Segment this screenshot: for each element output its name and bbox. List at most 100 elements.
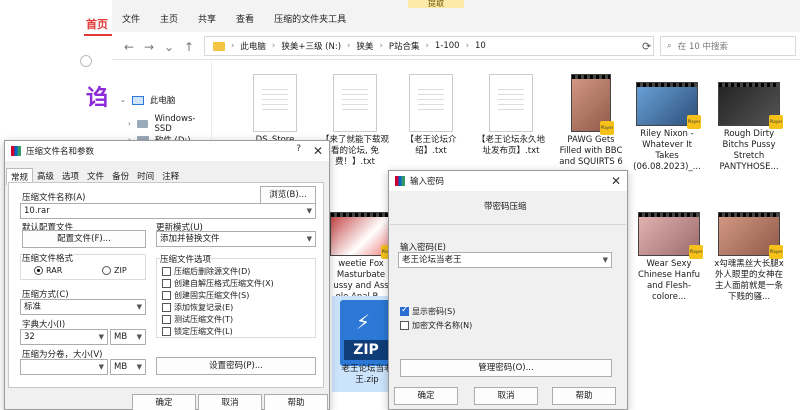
zip-bolt-icon: ⚡: [356, 310, 371, 334]
option-create-sfx[interactable]: 创建自解压格式压缩文件(X): [162, 278, 274, 289]
video-thumbnail: Player: [718, 212, 783, 259]
file-item[interactable]: Player x勾魂黑丝大长腿x外人眼里的女神在主人面前就是一条下贱的骚...: [714, 204, 784, 303]
winrar-icon: [395, 176, 405, 186]
chevron-down-icon: ▼: [306, 207, 312, 215]
password-ok-button[interactable]: 确定: [394, 387, 458, 405]
browser-home-tab[interactable]: 首页: [86, 16, 108, 32]
file-item[interactable]: Player weetie Fox Masturbate ussy and As…: [326, 204, 396, 303]
cancel-button[interactable]: 取消: [198, 394, 262, 410]
help-icon[interactable]: ?: [296, 144, 301, 154]
nav-item-windows-ssd[interactable]: › Windows-SSD: [128, 114, 211, 134]
up-icon[interactable]: ↑: [184, 40, 194, 54]
text-file-icon: [333, 74, 377, 132]
text-file-icon: [253, 74, 297, 132]
file-item[interactable]: 【来了就能下载观看的论坛, 免费！】.txt: [320, 74, 390, 168]
chevron-down-icon: ▼: [602, 256, 608, 264]
address-bar[interactable]: › 此电脑 › 狭美+三级 (N:) › 狭美 › P站合集 › 1-100 ›…: [204, 36, 654, 56]
dialog-title: 输入密码: [410, 177, 445, 187]
password-cancel-button[interactable]: 取消: [474, 387, 538, 405]
split-unit-select[interactable]: MB ▼: [110, 359, 146, 375]
search-icon: ⌕: [667, 41, 672, 51]
options-label: 压缩文件选项: [160, 253, 212, 265]
player-badge-icon: Player: [687, 115, 701, 129]
ribbon-tab-file[interactable]: 文件: [122, 12, 140, 25]
file-item[interactable]: 【老王论坛永久地址发布页】.txt: [476, 74, 546, 157]
breadcrumb-folder-4[interactable]: 10: [475, 41, 486, 51]
video-thumbnail: Player: [330, 212, 395, 259]
ok-button[interactable]: 确定: [132, 394, 196, 410]
refresh-icon[interactable]: ⟳: [642, 40, 651, 53]
browse-button[interactable]: 浏览(B)...: [260, 186, 316, 204]
close-icon[interactable]: ✕: [313, 144, 323, 158]
help-button[interactable]: 帮助: [264, 394, 328, 410]
folder-icon: [213, 41, 225, 51]
encrypt-names-checkbox[interactable]: 加密文件名称(N): [400, 320, 472, 331]
player-badge-icon: Player: [689, 245, 703, 259]
forward-icon[interactable]: →: [144, 40, 154, 54]
format-zip-radio[interactable]: ZIP: [102, 266, 127, 275]
dialog-title: 压缩文件名和参数: [26, 147, 95, 157]
chevron-down-icon[interactable]: ⌄: [164, 40, 174, 54]
option-lock[interactable]: 锁定压缩文件(L): [162, 326, 233, 337]
dialog-titlebar: 压缩文件名和参数: [5, 141, 329, 161]
player-badge-icon: Player: [769, 245, 783, 259]
back-icon[interactable]: ←: [124, 40, 134, 54]
profiles-button[interactable]: 配置文件(F)...: [22, 230, 146, 248]
winrar-icon: [11, 146, 21, 156]
file-item[interactable]: DS_Store: [240, 74, 310, 146]
video-thumbnail: Player: [571, 74, 614, 135]
option-test[interactable]: 测试压缩文件(T): [162, 314, 233, 325]
breadcrumb-folder-1[interactable]: 狭美: [356, 40, 373, 52]
chevron-down-icon: ▼: [136, 333, 142, 341]
chevron-down-icon: ▼: [98, 333, 104, 341]
file-item[interactable]: Player Wear Sexy Chinese Hanfu and Flesh…: [634, 204, 704, 303]
archive-name-label: 压缩文件名称(A): [22, 193, 86, 203]
password-input[interactable]: 老王论坛当老王 ▼: [398, 252, 612, 268]
ribbon-tab-compressed-tools[interactable]: 压缩的文件夹工具: [274, 12, 346, 25]
computer-icon: [131, 95, 144, 105]
set-password-button[interactable]: 设置密码(P)...: [156, 357, 316, 375]
ribbon-tab-view[interactable]: 查看: [236, 12, 254, 25]
option-delete-after[interactable]: 压缩后删除源文件(D): [162, 266, 250, 277]
video-thumbnail: Player: [718, 82, 783, 129]
text-file-icon: [489, 74, 533, 132]
file-item[interactable]: Player Riley Nixon - Whatever It Takes (…: [632, 74, 702, 173]
ribbon-tab-home[interactable]: 主页: [160, 12, 178, 25]
manage-passwords-button[interactable]: 管理密码(O)...: [400, 359, 612, 377]
close-icon[interactable]: ✕: [611, 174, 621, 188]
player-badge-icon: Player: [600, 121, 614, 135]
update-mode-select[interactable]: 添加并替换文件 ▼: [156, 231, 316, 247]
chevron-down-icon: ▼: [136, 363, 142, 371]
dialog-titlebar: 输入密码: [389, 171, 627, 191]
player-badge-icon: Player: [769, 115, 783, 129]
breadcrumb-folder-3[interactable]: 1-100: [435, 41, 460, 51]
browser-home-underline: [84, 34, 112, 36]
format-rar-radio[interactable]: RAR: [34, 266, 62, 275]
dictionary-select[interactable]: 32 ▼: [20, 329, 108, 345]
method-select[interactable]: 标准 ▼: [20, 299, 146, 315]
file-item[interactable]: 【老王论坛介绍】.txt: [396, 74, 466, 157]
ribbon-tab-share[interactable]: 共享: [198, 12, 216, 25]
show-password-checkbox[interactable]: 显示密码(S): [400, 305, 455, 317]
search-box[interactable]: ⌕ 在 10 中搜索: [660, 36, 796, 56]
option-recovery-record[interactable]: 添加恢复记录(E): [162, 302, 233, 313]
chevron-down-icon: ▼: [98, 363, 104, 371]
breadcrumb-folder-2[interactable]: P站合集: [389, 40, 420, 52]
file-item[interactable]: Player PAWG Gets Filled with BBC and SQU…: [556, 74, 626, 168]
password-help-button[interactable]: 帮助: [552, 387, 616, 405]
breadcrumb-this-pc[interactable]: 此电脑: [240, 40, 266, 52]
divider: [390, 224, 626, 225]
drive-icon: [136, 120, 149, 128]
archive-name-input[interactable]: 10.rar ▼: [20, 203, 316, 219]
chevron-down-icon: ▼: [306, 235, 312, 243]
text-file-icon: [409, 74, 453, 132]
extract-tab[interactable]: 提取: [408, 0, 464, 8]
nav-item-this-pc[interactable]: ⌄ 此电脑: [120, 94, 175, 106]
file-item[interactable]: Player Rough Dirty Bitchs Pussy Stretch …: [714, 74, 784, 173]
breadcrumb-drive[interactable]: 狭美+三级 (N:): [281, 40, 341, 52]
option-solid[interactable]: 创建固实压缩文件(S): [162, 290, 249, 301]
address-bar-row: ← → ⌄ ↑ › 此电脑 › 狭美+三级 (N:) › 狭美 › P站合集 ›…: [112, 32, 800, 60]
dictionary-unit-select[interactable]: MB ▼: [110, 329, 146, 345]
split-size-input[interactable]: ▼: [20, 359, 108, 375]
format-label: 压缩文件格式: [22, 252, 74, 264]
